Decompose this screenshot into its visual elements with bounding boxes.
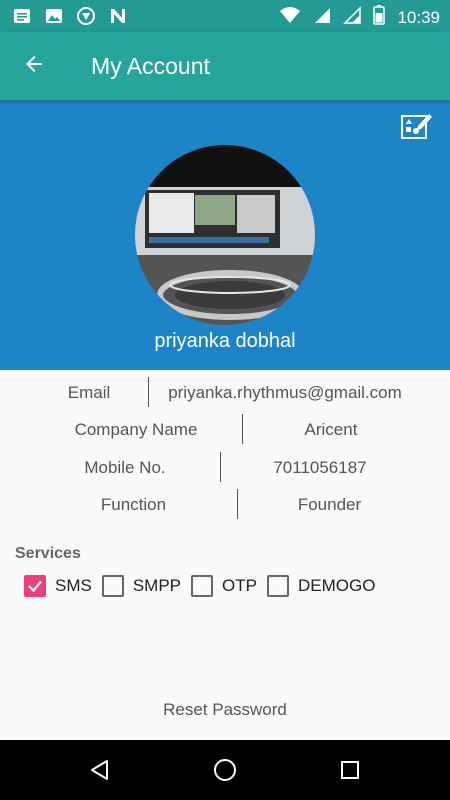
avatar-photo [135,145,315,325]
profile-name: priyanka dobhal [154,330,296,352]
info-row-company: Company Name Aricent [0,414,450,446]
service-otp[interactable]: OTP [191,575,257,597]
info-row-mobile: Mobile No. 7011056187 [0,452,450,484]
info-row-email: Email priyanka.rhythmus@gmail.com [0,377,450,409]
cellular-signal-icon [313,6,331,29]
nav-home-button[interactable] [210,755,240,785]
back-button[interactable] [14,46,54,86]
page-title: My Account [91,53,210,79]
arrow-back-icon [22,52,46,81]
notification-icons [12,6,128,31]
service-sms[interactable]: SMS [24,575,92,597]
info-row-function: Function Founder [0,489,450,521]
edit-profile-button[interactable] [398,111,436,143]
message-icon [12,6,32,31]
status-time: 10:39 [397,7,440,27]
service-smpp[interactable]: SMPP [101,575,182,597]
demogo-label: DEMOGO [297,576,376,595]
mobile-label: Mobile No. [84,458,166,477]
mobile-value: 7011056187 [273,458,367,477]
battery-icon [373,5,386,30]
company-label: Company Name [74,420,198,439]
email-label: Email [67,383,111,402]
divider [148,377,149,407]
demogo-checkbox[interactable] [266,575,289,597]
wifi-icon [279,5,301,30]
function-value: Founder [297,495,362,514]
otp-checkbox[interactable] [191,575,214,597]
profile-header: priyanka dobhal [0,100,450,370]
checkmark-icon [28,580,42,593]
recents-square-icon [341,761,359,779]
sms-checkbox[interactable] [24,575,46,597]
otp-label: OTP [222,576,257,595]
services-title: Services [15,545,81,562]
email-value: priyanka.rhythmus@gmail.com [168,383,402,402]
smpp-checkbox[interactable] [101,575,124,597]
edit-profile-icon [400,110,434,145]
smpp-label: SMPP [132,576,182,595]
app-bar: My Account [0,32,450,100]
vpn-icon [76,6,96,31]
navigation-bar [0,740,450,800]
back-triangle-icon [91,760,108,780]
company-value: Aricent [304,420,358,439]
system-icons: 10:39 [279,5,440,30]
nav-back-button[interactable] [85,755,115,785]
avatar[interactable] [135,145,315,325]
service-demogo[interactable]: DEMOGO [266,575,376,597]
reset-password-link[interactable]: Reset Password [0,700,450,720]
home-circle-icon [214,759,236,781]
cellular-signal-icon [343,6,362,29]
function-label: Function [100,495,167,514]
nav-recents-button[interactable] [335,755,365,785]
sms-label: SMS [55,576,92,595]
image-icon [44,6,64,31]
status-bar: 10:39 [0,0,450,32]
services-list: SMS SMPP OTP DEMOGO [24,575,385,597]
n-icon [108,6,128,31]
